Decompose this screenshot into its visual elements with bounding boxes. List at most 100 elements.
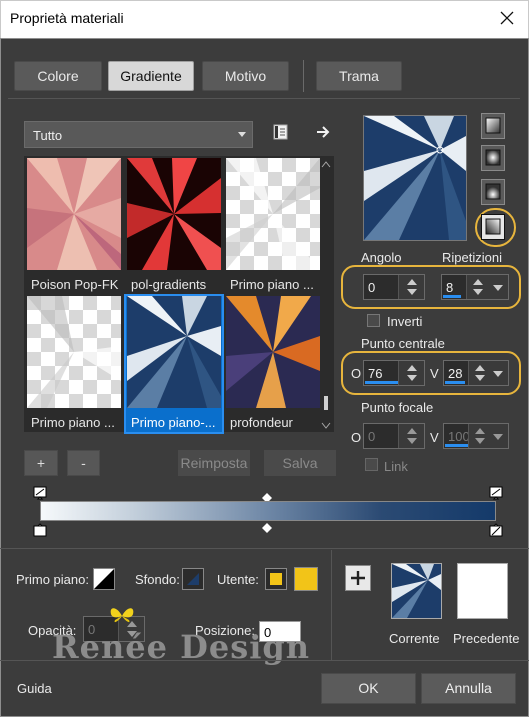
angle-label: Angolo (361, 250, 402, 265)
tab-color[interactable]: Colore (14, 61, 102, 91)
midpoint-bottom-icon[interactable] (262, 521, 272, 533)
invert-checkbox[interactable] (367, 314, 380, 327)
center-v-prefix: V (430, 366, 439, 381)
reset-button[interactable]: Reimposta (178, 450, 250, 476)
user-swatch-small[interactable] (265, 568, 287, 590)
gradient-label: Primo piano ... (31, 415, 115, 430)
invert-label: Inverti (387, 314, 423, 329)
gradient-swatch (127, 158, 221, 270)
tab-gradient[interactable]: Gradiente (108, 61, 194, 91)
previous-swatch[interactable] (457, 563, 508, 619)
gradient-item-primo-piano-selected[interactable]: Primo piano-... (124, 294, 224, 434)
arrow-right-icon[interactable] (314, 123, 332, 141)
ok-button[interactable]: OK (321, 673, 416, 704)
chevron-down-icon (238, 132, 246, 137)
window-title: Proprietà materiali (10, 10, 124, 26)
center-point-label: Punto centrale (361, 336, 445, 351)
center-h-prefix: O (351, 366, 362, 381)
user-color-swatch[interactable] (294, 567, 318, 591)
gradient-swatch (27, 296, 121, 408)
add-swatch-icon[interactable] (345, 565, 371, 591)
vertical-divider (331, 550, 332, 660)
repeats-label: Ripetizioni (442, 250, 502, 265)
category-value: Tutto (33, 128, 63, 143)
gradient-item-primo-piano-2[interactable]: Primo piano ... (26, 296, 122, 432)
center-v-spinner[interactable]: 28 (443, 360, 509, 386)
gradient-swatch (226, 296, 320, 408)
background-swatch[interactable] (182, 568, 204, 590)
add-button[interactable]: + (24, 450, 58, 476)
focal-h-spinner[interactable]: 0 (363, 423, 425, 449)
foreground-label: Primo piano: (16, 572, 89, 587)
center-v-value: 28 (448, 366, 463, 381)
previous-label: Precedente (453, 631, 520, 646)
gradient-swatch (27, 158, 121, 270)
gradient-swatch (226, 158, 320, 270)
tab-texture[interactable]: Trama (316, 61, 402, 91)
gradient-label: Primo piano-... (131, 415, 216, 430)
spin-dropdown-icon[interactable] (468, 424, 508, 448)
help-link[interactable]: Guida (17, 681, 52, 696)
save-button[interactable]: Salva (264, 450, 336, 476)
sunburst-style-icon[interactable] (481, 179, 505, 205)
user-swatch-fill (270, 573, 282, 585)
tabs-divider (8, 98, 520, 99)
spin-arrows-icon[interactable] (398, 361, 424, 385)
gradient-label: Poison Pop-FK (31, 277, 119, 292)
repeats-slider (443, 295, 461, 298)
repeats-value: 8 (446, 280, 454, 295)
gradient-item-pol-gradients[interactable]: pol-gradients (126, 158, 222, 294)
tab-divider (303, 60, 304, 92)
angle-value: 0 (368, 280, 376, 295)
close-icon[interactable] (497, 8, 517, 28)
gradient-preview[interactable] (363, 115, 467, 241)
background-label: Sfondo: (135, 572, 180, 587)
center-h-spinner[interactable]: 76 (363, 360, 425, 386)
library-icon[interactable] (272, 123, 290, 141)
repeats-spinner[interactable]: 8 (441, 274, 509, 300)
focal-v-spinner[interactable]: 100 (443, 423, 509, 449)
footer-divider (0, 660, 529, 661)
gradient-gallery: Poison Pop-FK pol-gradients Primo piano … (24, 156, 334, 434)
gradient-item-poison-pop[interactable]: Poison Pop-FK (26, 158, 122, 294)
focal-v-value: 100 (448, 429, 470, 444)
link-label: Link (384, 459, 408, 474)
butterfly-icon (107, 604, 137, 628)
tab-pattern[interactable]: Motivo (202, 61, 289, 91)
gradient-label: profondeur (230, 415, 293, 430)
angle-spinner[interactable]: 0 (363, 274, 425, 300)
stop-bottom-right-icon[interactable] (489, 523, 503, 537)
gradient-item-primo-piano-1[interactable]: Primo piano ... (225, 158, 321, 294)
gradient-label: Primo piano ... (230, 277, 314, 292)
focal-v-prefix: V (430, 430, 439, 445)
user-label: Utente: (217, 572, 259, 587)
spin-dropdown-icon[interactable] (466, 275, 508, 299)
gradient-editor-bar[interactable] (40, 501, 496, 521)
gallery-scrollbar[interactable] (321, 160, 331, 430)
radial-style-icon[interactable] (481, 214, 505, 240)
gradient-item-profondeur[interactable]: profondeur (225, 296, 321, 432)
stop-bottom-left-icon[interactable] (33, 523, 47, 537)
stop-top-left-icon[interactable] (33, 486, 47, 500)
linear-style-icon[interactable] (481, 113, 505, 139)
focal-h-value: 0 (368, 429, 376, 444)
cancel-button[interactable]: Annulla (421, 673, 516, 704)
focal-point-label: Punto focale (361, 400, 434, 415)
link-checkbox[interactable] (365, 458, 378, 471)
focal-h-prefix: O (351, 430, 362, 445)
spin-arrows-icon[interactable] (398, 275, 424, 299)
current-label: Corrente (389, 631, 440, 646)
center-v-slider (445, 381, 465, 384)
category-dropdown[interactable]: Tutto (24, 121, 253, 148)
rectangular-style-icon[interactable] (481, 145, 505, 171)
stop-top-right-icon[interactable] (489, 486, 503, 500)
section-divider (0, 548, 529, 549)
center-h-value: 76 (368, 366, 383, 381)
midpoint-top-icon[interactable] (262, 491, 272, 503)
gradient-swatch (127, 296, 221, 408)
foreground-swatch[interactable] (93, 568, 115, 590)
spin-dropdown-icon[interactable] (468, 361, 508, 385)
remove-button[interactable]: - (67, 450, 100, 476)
current-swatch[interactable] (391, 563, 442, 619)
spin-arrows-icon[interactable] (398, 424, 424, 448)
